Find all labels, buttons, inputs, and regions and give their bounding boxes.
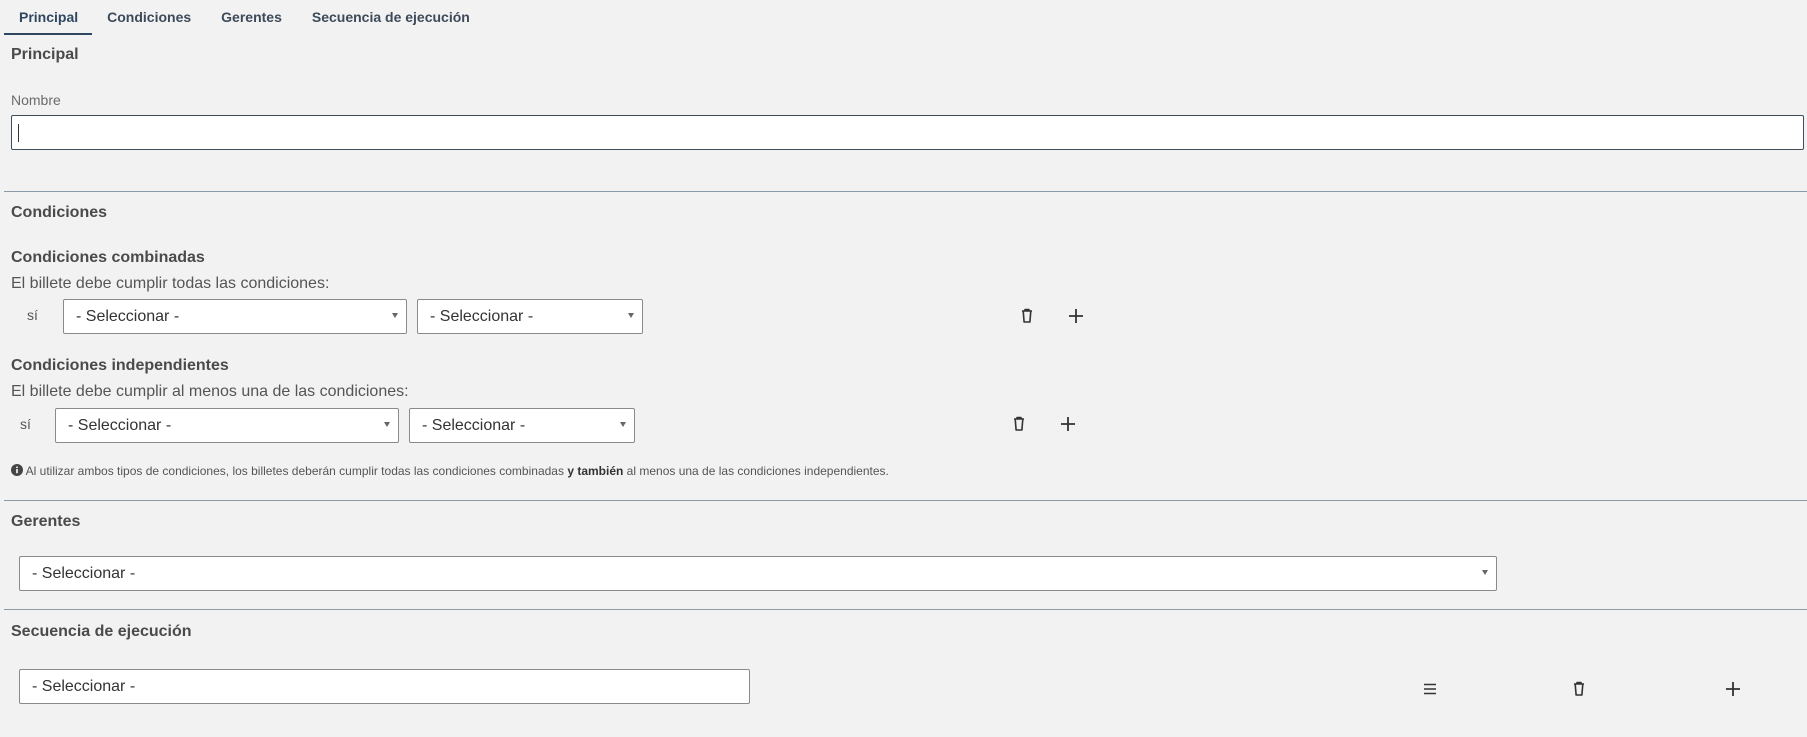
section-title-condiciones: Condiciones bbox=[11, 204, 108, 221]
note-text: Al utilizar ambos tipos de condiciones, … bbox=[25, 464, 564, 478]
plus-icon[interactable] bbox=[1721, 677, 1745, 701]
independent-conditions-description: El billete debe cumplir al menos una de … bbox=[11, 383, 409, 400]
trash-icon[interactable] bbox=[1007, 412, 1031, 436]
select-value: - Seleccionar - bbox=[76, 308, 180, 325]
divider bbox=[4, 191, 1807, 192]
chevron-down-icon bbox=[392, 313, 398, 318]
plus-icon[interactable] bbox=[1056, 412, 1080, 436]
tab-gerentes[interactable]: Gerentes bbox=[206, 0, 297, 33]
independent-row-prefix: sí bbox=[20, 416, 31, 432]
chevron-down-icon bbox=[628, 313, 634, 318]
tab-principal[interactable]: Principal bbox=[4, 0, 93, 35]
independent-condition-select-2[interactable]: - Seleccionar - bbox=[409, 408, 635, 443]
conditions-info-note: Al utilizar ambos tipos de condiciones, … bbox=[11, 464, 889, 478]
tab-condiciones[interactable]: Condiciones bbox=[92, 0, 206, 33]
drag-handle-icon[interactable] bbox=[1418, 677, 1442, 701]
divider bbox=[4, 500, 1807, 501]
note-text: al menos una de las condiciones independ… bbox=[626, 464, 889, 478]
name-label: Nombre bbox=[11, 92, 61, 108]
independent-conditions-title: Condiciones independientes bbox=[11, 357, 229, 374]
trash-icon[interactable] bbox=[1567, 677, 1591, 701]
sequence-select[interactable]: - Seleccionar - bbox=[19, 669, 750, 704]
select-value: - Seleccionar - bbox=[430, 308, 534, 325]
name-input[interactable] bbox=[11, 115, 1804, 150]
chevron-down-icon bbox=[1482, 570, 1488, 575]
section-title-secuencia: Secuencia de ejecución bbox=[11, 623, 192, 640]
combined-condition-select-2[interactable]: - Seleccionar - bbox=[417, 299, 643, 334]
select-value: - Seleccionar - bbox=[32, 678, 136, 695]
independent-condition-select-1[interactable]: - Seleccionar - bbox=[55, 408, 399, 443]
trash-icon[interactable] bbox=[1015, 304, 1039, 328]
divider bbox=[4, 609, 1807, 610]
section-title-gerentes: Gerentes bbox=[11, 513, 81, 530]
chevron-down-icon bbox=[620, 422, 626, 427]
select-value: - Seleccionar - bbox=[68, 417, 172, 434]
managers-select[interactable]: - Seleccionar - bbox=[19, 556, 1497, 591]
combined-conditions-description: El billete debe cumplir todas las condic… bbox=[11, 275, 330, 292]
select-value: - Seleccionar - bbox=[422, 417, 526, 434]
combined-row-prefix: sí bbox=[27, 307, 38, 323]
text-cursor bbox=[18, 124, 19, 142]
chevron-down-icon bbox=[384, 422, 390, 427]
select-value: - Seleccionar - bbox=[32, 565, 136, 582]
section-title-principal: Principal bbox=[11, 46, 79, 63]
tab-secuencia[interactable]: Secuencia de ejecución bbox=[297, 0, 485, 33]
combined-condition-select-1[interactable]: - Seleccionar - bbox=[63, 299, 407, 334]
note-emphasis: y también bbox=[567, 464, 624, 478]
combined-conditions-title: Condiciones combinadas bbox=[11, 249, 205, 266]
plus-icon[interactable] bbox=[1064, 304, 1088, 328]
tab-bar: Principal Condiciones Gerentes Secuencia… bbox=[4, 0, 485, 35]
info-icon bbox=[11, 464, 23, 476]
